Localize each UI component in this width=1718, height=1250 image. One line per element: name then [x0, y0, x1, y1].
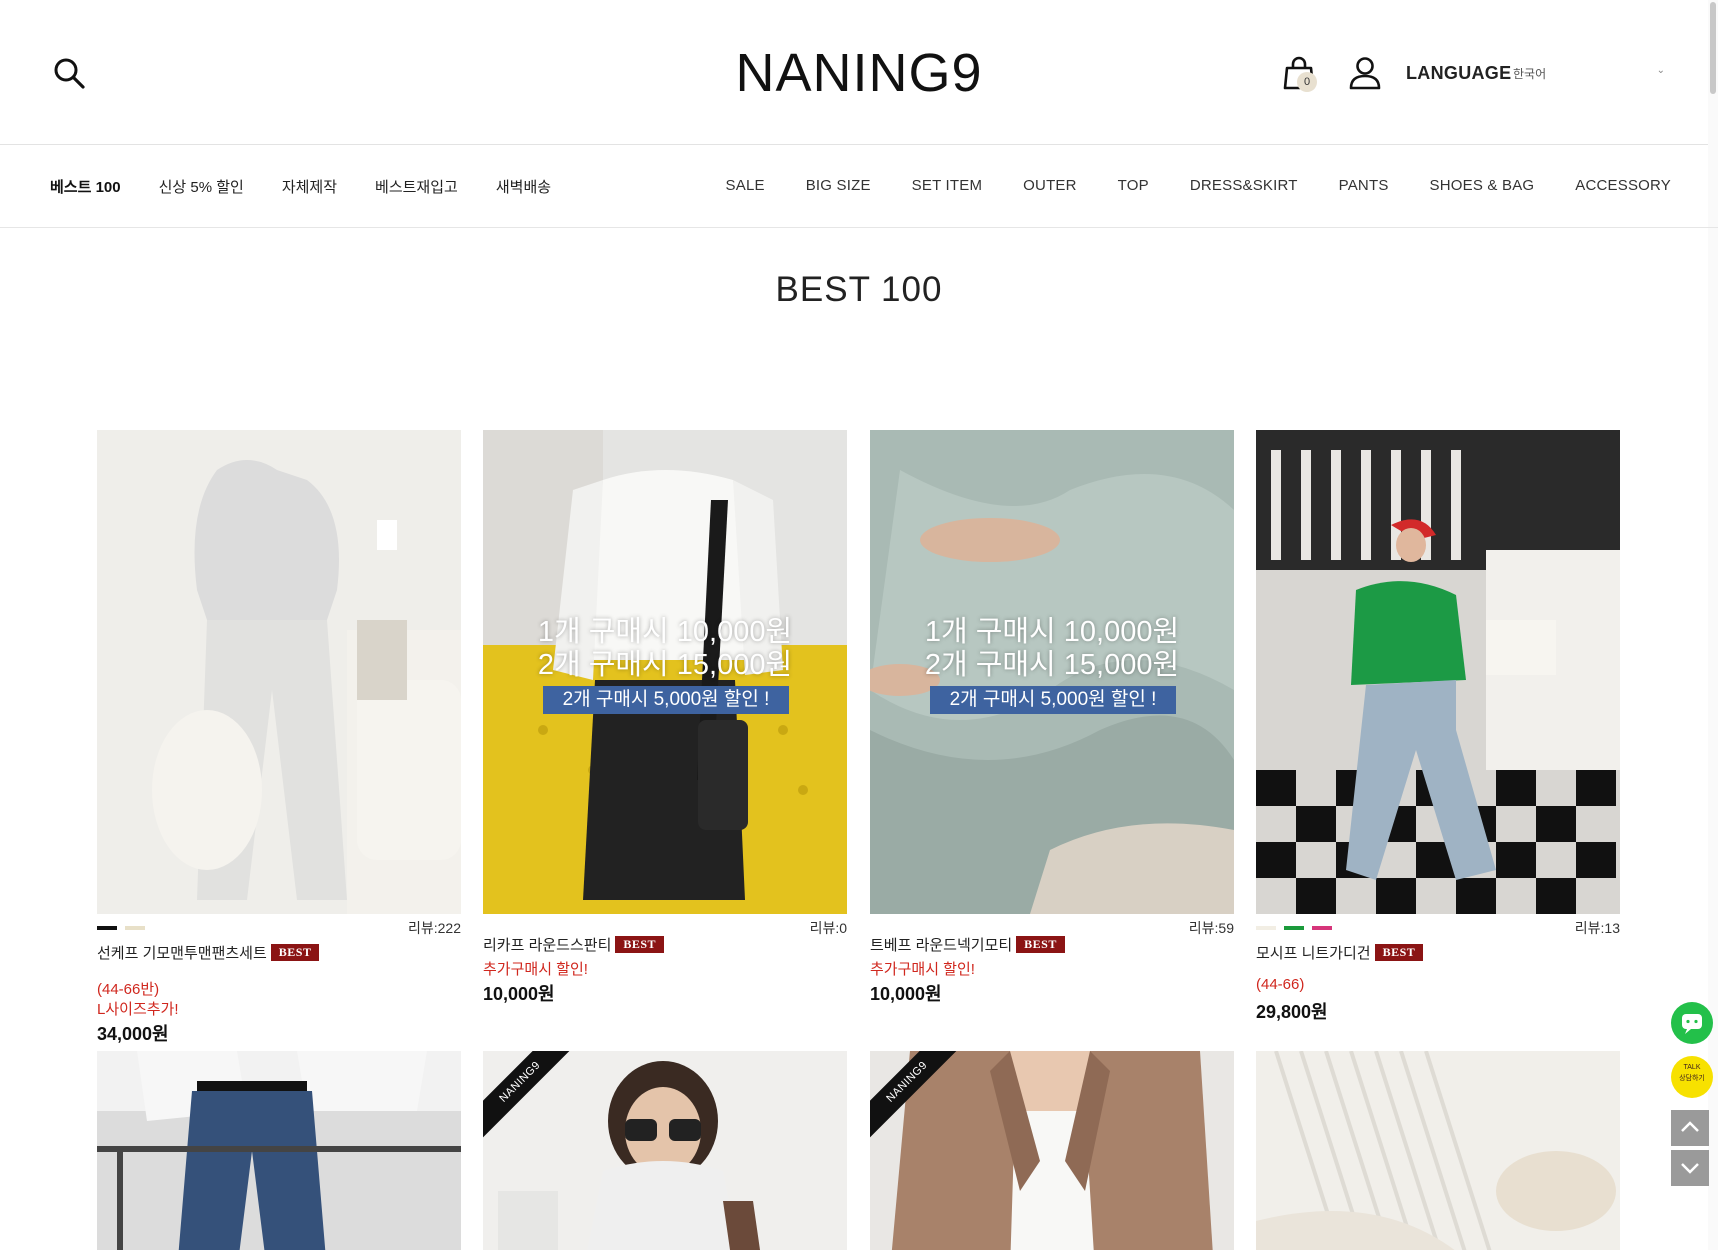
product-image[interactable] — [97, 430, 461, 914]
product-name[interactable]: 선케프 기모맨투맨팬츠세트 BEST — [97, 942, 320, 963]
kakao-consult-label: 상담하기 — [1679, 1075, 1705, 1082]
product-name-text: 모시프 니트가디건 — [1256, 945, 1371, 962]
nav-item-dress-skirt[interactable]: DRESS&SKIRT — [1190, 177, 1298, 194]
product-note: 추가구매시 할인! — [483, 961, 588, 978]
product-card: 리뷰:222 선케프 기모맨투맨팬츠세트 BEST (44-66반) L사이즈추가… — [97, 430, 461, 1044]
category-nav: 베스트 100 신상 5% 할인 자체제작 베스트재입고 새벽배송 SALE B… — [0, 146, 1718, 228]
kakao-consult-button[interactable]: TALK 상담하기 — [1671, 1056, 1713, 1098]
product-name[interactable]: 리카프 라운드스판티 BEST — [483, 934, 665, 955]
scroll-bottom-button[interactable] — [1671, 1150, 1709, 1186]
product-note: 추가구매시 할인! — [870, 961, 975, 978]
color-swatch[interactable] — [1284, 926, 1304, 930]
nav-item-own-production[interactable]: 자체제작 — [282, 176, 337, 197]
review-count: 리뷰:222 — [407, 920, 461, 936]
language-selected-value: 한국어 — [1513, 67, 1547, 81]
nav-item-best100[interactable]: 베스트 100 — [50, 176, 121, 197]
product-image[interactable]: NANING9 — [870, 1051, 1234, 1250]
color-swatch[interactable] — [1312, 926, 1332, 930]
product-card: 1개 구매시 10,000원 2개 구매시 15,000원 2개 구매시 5,0… — [483, 430, 847, 1004]
nav-left-menu: 베스트 100 신상 5% 할인 자체제작 베스트재입고 새벽배송 — [50, 176, 551, 197]
site-header: NANING9 0 LANGUAGE 한국어 ⌄ — [0, 0, 1718, 1250]
chat-button[interactable] — [1671, 1002, 1713, 1044]
color-swatch[interactable] — [97, 926, 117, 930]
product-image[interactable]: 1개 구매시 10,000원 2개 구매시 15,000원 2개 구매시 5,0… — [870, 430, 1234, 914]
user-icon[interactable] — [1348, 56, 1382, 90]
product-name-text: 선케프 기모맨투맨팬츠세트 — [97, 945, 267, 962]
product-name[interactable]: 모시프 니트가디건 BEST — [1256, 942, 1424, 963]
product-card — [1256, 1050, 1620, 1250]
cart-count-badge: 0 — [1297, 72, 1317, 92]
product-image[interactable]: 1개 구매시 10,000원 2개 구매시 15,000원 2개 구매시 5,0… — [483, 430, 847, 914]
promo-overlay-line1: 1개 구매시 10,000원 — [924, 616, 1180, 648]
promo-overlay-pill: 2개 구매시 5,000원 할인 ! — [930, 686, 1176, 714]
color-swatches — [97, 926, 145, 930]
nav-item-sale[interactable]: SALE — [726, 177, 765, 194]
product-note: (44-66) — [1256, 976, 1305, 993]
nav-item-new-discount[interactable]: 신상 5% 할인 — [159, 176, 244, 197]
nav-item-set-item[interactable]: SET ITEM — [912, 177, 983, 194]
color-swatch[interactable] — [1256, 926, 1276, 930]
promo-overlay-line1: 1개 구매시 10,000원 — [537, 616, 793, 648]
chevron-up-icon — [1681, 1121, 1699, 1132]
product-card: 1개 구매시 10,000원 2개 구매시 15,000원 2개 구매시 5,0… — [870, 430, 1234, 1004]
product-price: 10,000원 — [870, 984, 942, 1004]
product-card — [97, 1051, 461, 1250]
nav-item-best-restock[interactable]: 베스트재입고 — [375, 176, 458, 197]
nav-item-outer[interactable]: OUTER — [1023, 177, 1077, 194]
product-image[interactable] — [1256, 430, 1620, 914]
nav-right-menu: SALE BIG SIZE SET ITEM OUTER TOP DRESS&S… — [726, 177, 1671, 194]
best-badge: BEST — [270, 944, 320, 961]
review-count: 리뷰:59 — [1188, 920, 1234, 936]
product-price: 34,000원 — [97, 1024, 169, 1044]
best-badge: BEST — [615, 936, 665, 953]
product-card: 리뷰:13 모시프 니트가디건 BEST (44-66) 29,800원 — [1256, 430, 1620, 1022]
scroll-top-button[interactable] — [1671, 1110, 1709, 1146]
nav-item-accessory[interactable]: ACCESSORY — [1575, 177, 1671, 194]
product-image[interactable]: NANING9 — [483, 1051, 847, 1250]
product-image[interactable] — [1256, 1050, 1620, 1250]
nav-item-top[interactable]: TOP — [1118, 177, 1149, 194]
nav-item-dawn-delivery[interactable]: 새벽배송 — [496, 176, 551, 197]
kakao-talk-icon: TALK — [1683, 1064, 1701, 1071]
product-note: L사이즈추가! — [97, 1001, 179, 1018]
promo-overlay-line2: 2개 구매시 15,000원 — [537, 649, 793, 681]
nav-item-shoes-bag[interactable]: SHOES & BAG — [1430, 177, 1535, 194]
product-name-text: 리카프 라운드스판티 — [483, 937, 612, 954]
language-select[interactable]: 한국어 ⌄ — [1513, 65, 1673, 85]
review-count: 리뷰:0 — [809, 920, 847, 936]
product-card: NANING9 — [870, 1051, 1234, 1250]
promo-overlay-pill: 2개 구매시 5,000원 할인 ! — [543, 686, 789, 714]
scrollbar-thumb[interactable] — [1710, 2, 1716, 94]
product-price: 10,000원 — [483, 984, 555, 1004]
page-title: BEST 100 — [775, 270, 943, 309]
promo-overlay-line2: 2개 구매시 15,000원 — [924, 649, 1180, 681]
product-price: 29,800원 — [1256, 1002, 1328, 1022]
product-name-text: 트베프 라운드넥기모티 — [870, 937, 1013, 954]
product-image[interactable] — [97, 1051, 461, 1250]
best-badge: BEST — [1374, 944, 1424, 961]
color-swatches — [1256, 926, 1332, 930]
product-note: (44-66반) — [97, 981, 160, 998]
language-label: LANGUAGE — [1406, 63, 1512, 83]
chevron-down-icon — [1681, 1163, 1699, 1174]
chevron-down-icon: ⌄ — [1656, 65, 1665, 76]
nav-item-pants[interactable]: PANTS — [1339, 177, 1389, 194]
review-count: 리뷰:13 — [1574, 920, 1620, 936]
color-swatch[interactable] — [125, 926, 145, 930]
product-name[interactable]: 트베프 라운드넥기모티 BEST — [870, 934, 1065, 955]
nav-item-big-size[interactable]: BIG SIZE — [806, 177, 871, 194]
chat-bubble-icon — [1682, 1014, 1702, 1034]
product-card: NANING9 — [483, 1051, 847, 1250]
best-badge: BEST — [1016, 936, 1065, 953]
